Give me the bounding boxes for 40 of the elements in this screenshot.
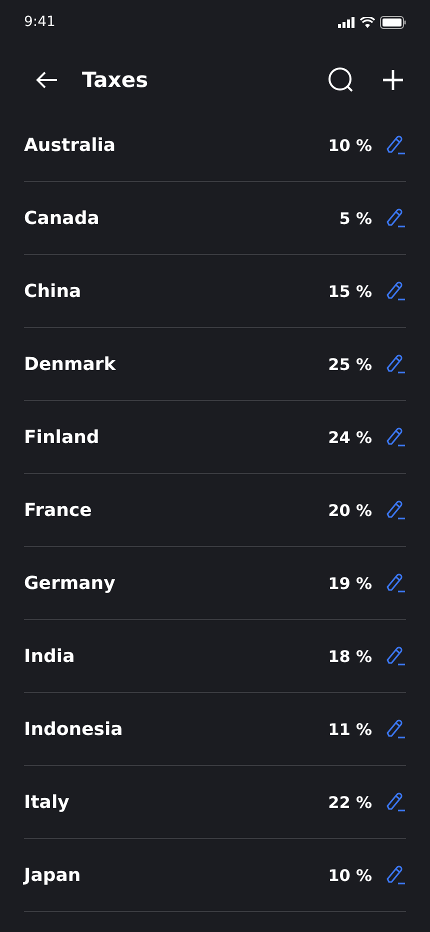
battery-icon xyxy=(380,16,406,28)
country-name: Australia xyxy=(24,134,117,156)
edit-button[interactable] xyxy=(386,573,406,593)
edit-button[interactable] xyxy=(386,427,406,447)
country-name: Japan xyxy=(24,864,82,886)
edit-button[interactable] xyxy=(386,135,406,155)
edit-button[interactable] xyxy=(386,865,406,885)
tax-rate: 18 % xyxy=(328,646,372,666)
edit-button[interactable] xyxy=(386,500,406,520)
tax-rate: 15 % xyxy=(328,282,372,300)
country-name: Denmark xyxy=(24,354,117,374)
edit-button[interactable] xyxy=(386,646,406,666)
country-name: Finland xyxy=(24,426,100,448)
tax-rate: 24 % xyxy=(328,428,372,446)
edit-button[interactable] xyxy=(386,719,406,739)
tax-rate: 20 % xyxy=(328,500,372,520)
tax-rate: 25 % xyxy=(328,354,372,374)
back-button[interactable] xyxy=(34,69,60,91)
page-title: Taxes xyxy=(82,68,148,92)
country-name: India xyxy=(24,646,76,666)
add-button[interactable] xyxy=(380,67,406,93)
tax-rate: 5 % xyxy=(339,208,372,228)
country-name: Canada xyxy=(24,208,100,228)
tax-rate: 22 % xyxy=(328,792,372,812)
edit-button[interactable] xyxy=(386,792,406,812)
tax-rate: 11 % xyxy=(328,720,372,738)
signal-icon xyxy=(338,16,355,28)
tax-rate: 19 % xyxy=(328,574,372,592)
status-time: 9:41 xyxy=(24,14,56,30)
wifi-icon xyxy=(360,16,375,28)
country-name: France xyxy=(24,500,93,520)
country-name: Italy xyxy=(24,792,70,812)
tax-rate: 10 % xyxy=(328,866,372,884)
country-name: China xyxy=(24,280,82,302)
edit-button[interactable] xyxy=(386,208,406,228)
edit-button[interactable] xyxy=(386,354,406,374)
edit-button[interactable] xyxy=(386,281,406,301)
country-name: Germany xyxy=(24,572,116,594)
country-name: Indonesia xyxy=(24,718,124,740)
tax-rate: 10 % xyxy=(328,136,372,154)
